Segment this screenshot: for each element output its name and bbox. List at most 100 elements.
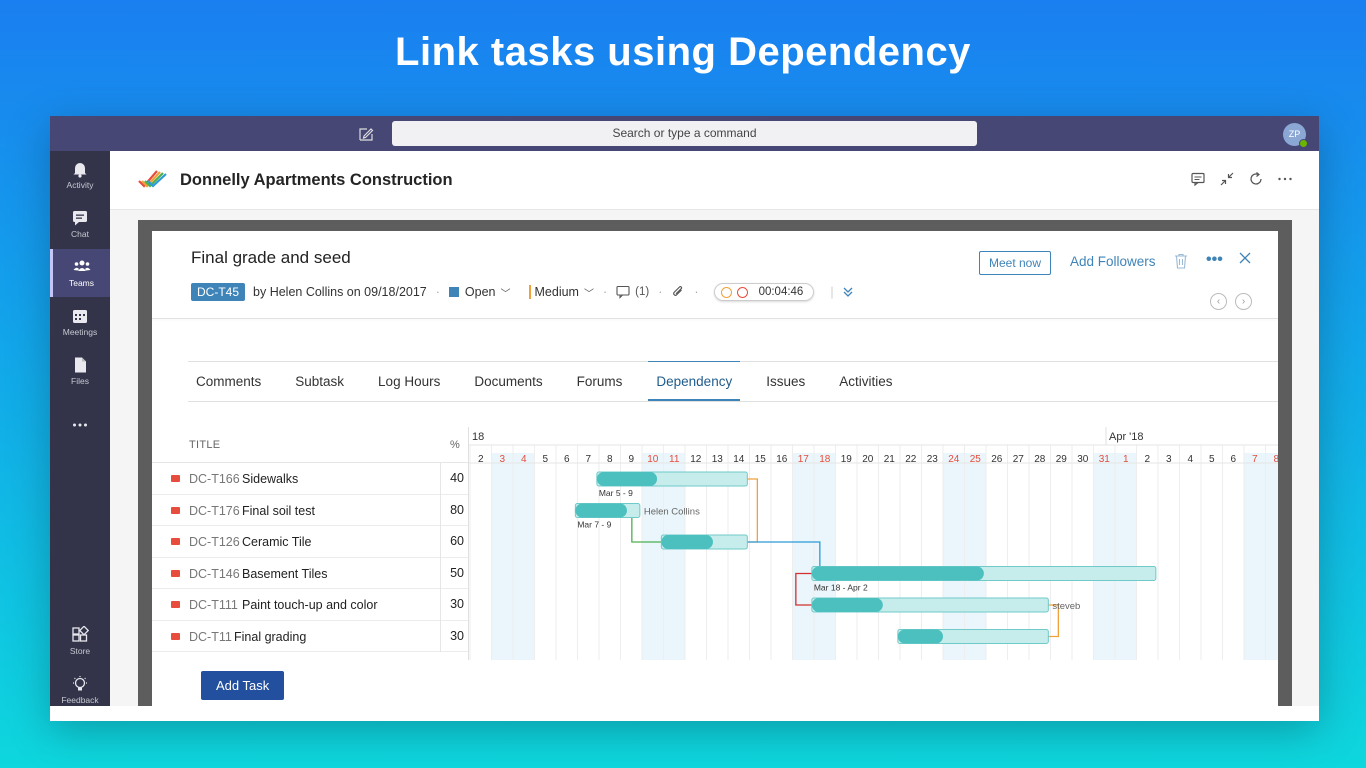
more-options-icon[interactable]: ••• — [1206, 251, 1223, 269]
store-icon — [72, 626, 89, 642]
timer-value: 00:04:46 — [758, 286, 804, 298]
task-code[interactable]: DC-T176 — [189, 504, 240, 518]
trash-icon[interactable] — [1174, 253, 1188, 269]
chevron-down-icon[interactable]: ﹀ — [501, 285, 511, 300]
rail-item-files[interactable]: Files — [50, 347, 110, 395]
task-percent: 30 — [440, 620, 468, 652]
more-options-icon[interactable] — [1277, 171, 1293, 187]
rail-label: Teams — [68, 278, 95, 288]
chevron-down-icon[interactable]: ﹀ — [584, 285, 594, 300]
month-label: 18 — [472, 431, 484, 443]
rail-item-activity[interactable]: Activity — [50, 151, 110, 199]
task-code[interactable]: DC-T146 — [189, 567, 240, 581]
avatar[interactable]: ZP — [1283, 123, 1308, 148]
rail-item-meetings[interactable]: Meetings — [50, 298, 110, 346]
priority-flag-icon — [171, 601, 180, 608]
modal-overlay: Final grade and seed DC-T45 by Helen Col… — [138, 220, 1292, 721]
tab-documents[interactable]: Documents — [466, 362, 550, 401]
teams-icon — [73, 260, 90, 271]
rail-item-teams[interactable]: Teams — [50, 249, 110, 297]
task-navigation: ‹ › — [1210, 293, 1252, 310]
rail-label: Feedback — [61, 695, 99, 705]
meet-now-button[interactable]: Meet now — [979, 251, 1052, 275]
separator-dot: · — [435, 285, 440, 299]
rail-more-button[interactable] — [50, 407, 110, 455]
task-code[interactable]: DC-T126 — [189, 535, 240, 549]
comment-count: (1) — [635, 286, 650, 298]
task-row[interactable]: DC-T176 Final soil test 80 — [152, 494, 468, 526]
teams-window: Search or type a command ZP Activity Cha… — [50, 116, 1319, 721]
command-search-input[interactable]: Search or type a command — [392, 121, 977, 146]
task-row[interactable]: DC-T146 Basement Tiles 50 — [152, 557, 468, 589]
task-code[interactable]: DC-T11 — [189, 630, 232, 644]
task-title: Final grade and seed — [191, 248, 351, 267]
task-name: Final grading — [234, 629, 307, 644]
task-name: Sidewalks — [242, 472, 299, 486]
weekend-column — [513, 453, 535, 660]
compose-icon[interactable] — [358, 126, 374, 142]
tab-subtask[interactable]: Subtask — [287, 362, 352, 401]
rail-item-store[interactable]: Store — [50, 617, 110, 665]
tab-dependency[interactable]: Dependency — [648, 361, 741, 401]
task-percent: 30 — [440, 589, 468, 621]
task-percent: 60 — [440, 526, 468, 558]
comment-icon[interactable] — [616, 285, 630, 299]
stop-icon[interactable] — [736, 286, 748, 298]
priority-flag-icon — [171, 632, 180, 640]
task-tabs: Comments Subtask Log Hours Documents For… — [188, 361, 1278, 402]
tab-comments[interactable]: Comments — [188, 362, 269, 401]
weekend-column — [1265, 453, 1278, 660]
header-divider — [152, 318, 1278, 319]
task-code[interactable]: DC-T166 — [189, 472, 240, 486]
attachment-icon[interactable] — [671, 285, 685, 299]
priority-flag-icon — [171, 569, 180, 577]
conversation-icon[interactable] — [1190, 171, 1206, 187]
tab-forums[interactable]: Forums — [569, 362, 631, 401]
title-bar: Search or type a command ZP — [50, 116, 1319, 151]
status-dropdown[interactable]: Open — [465, 285, 496, 299]
close-icon[interactable] — [1238, 251, 1252, 265]
tab-log-hours[interactable]: Log Hours — [370, 362, 448, 401]
priority-dropdown[interactable]: Medium — [528, 285, 579, 299]
pause-icon[interactable] — [720, 286, 732, 298]
expand-down-icon[interactable] — [842, 286, 854, 298]
bar-date-label: Mar 5 - 9 — [599, 488, 633, 498]
rail-label: Files — [71, 376, 89, 386]
separator-dot: · — [658, 285, 663, 299]
percent-column-header: % — [450, 439, 460, 451]
task-name: Basement Tiles — [242, 566, 328, 581]
weekend-column — [1244, 453, 1266, 660]
gantt-chart: 2 3 4 5 6 7 8 9 10 11 12 13 14 15 16 17 18 19 20 21 22 23 24 25… — [468, 427, 1278, 660]
app-title: Donnelly Apartments Construction — [180, 171, 453, 189]
task-progress — [897, 629, 943, 644]
add-followers-link[interactable]: Add Followers — [1070, 254, 1156, 269]
task-percent: 50 — [440, 557, 468, 589]
add-task-button[interactable]: Add Task — [201, 671, 285, 700]
task-row[interactable]: DC-T111 Paint touch-up and color 30 — [152, 589, 468, 621]
task-progress — [575, 503, 627, 518]
rail-item-chat[interactable]: Chat — [50, 200, 110, 248]
task-row[interactable]: DC-T11 Final grading 30 — [152, 620, 468, 652]
task-code[interactable]: DC-T111 — [189, 598, 238, 612]
refresh-icon[interactable] — [1248, 171, 1264, 187]
app-rail: Activity Chat Teams Meetings Files Store… — [50, 151, 110, 721]
task-row[interactable]: DC-T166 Sidewalks 40 — [152, 463, 468, 495]
task-meta: DC-T45 by Helen Collins on 09/18/2017 · … — [191, 282, 854, 302]
weekend-column — [1093, 453, 1115, 660]
task-progress — [811, 598, 883, 612]
next-task-icon[interactable]: › — [1235, 293, 1252, 310]
app-logo — [138, 170, 167, 188]
task-progress — [811, 566, 984, 581]
tab-issues[interactable]: Issues — [758, 362, 813, 401]
task-row[interactable]: DC-T126 Ceramic Tile 60 — [152, 526, 468, 558]
separator-dot: · — [602, 285, 608, 299]
tab-activities[interactable]: Activities — [831, 362, 900, 401]
title-column-header: TITLE — [189, 439, 221, 451]
previous-task-icon[interactable]: ‹ — [1210, 293, 1227, 310]
weekend-column — [792, 453, 814, 660]
calendar-icon — [73, 310, 87, 323]
task-progress — [661, 535, 713, 549]
task-name: Final soil test — [242, 503, 315, 518]
collapse-icon[interactable] — [1219, 171, 1235, 187]
more-horizontal-icon — [73, 423, 87, 427]
